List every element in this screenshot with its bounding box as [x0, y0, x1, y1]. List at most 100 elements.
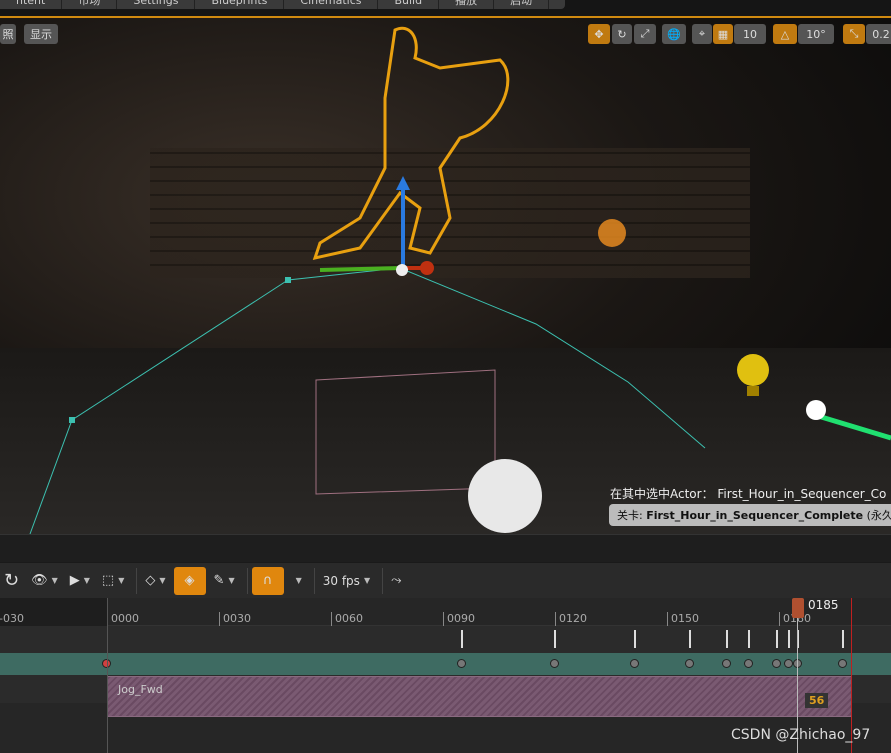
fps-label: 30 fps — [322, 573, 360, 588]
keyframe[interactable] — [772, 659, 781, 668]
section-name: Jog_Fwd — [118, 683, 163, 696]
show-button[interactable]: 显示 — [24, 24, 58, 44]
ruler-tick — [667, 612, 668, 626]
key-marker — [554, 630, 556, 648]
loop-icon[interactable]: ↻ — [0, 567, 23, 595]
surface-snap-icon[interactable]: ⌖ — [692, 24, 712, 44]
timeline-ruler[interactable]: -0300000003000600090012001500180 — [0, 598, 891, 626]
menu-item[interactable]: ntent — [0, 0, 63, 9]
ruler-label: 0120 — [559, 612, 587, 625]
ruler-tick — [443, 612, 444, 626]
trigger-box — [315, 369, 496, 495]
keyframe[interactable] — [550, 659, 559, 668]
watermark: CSDN @Zhichao_97 — [731, 727, 871, 743]
key-marker — [842, 630, 844, 648]
playhead-handle[interactable] — [792, 598, 804, 618]
section-badge: 56 — [805, 693, 829, 708]
scene-overlay — [29, 26, 891, 534]
menu-item[interactable]: 启动 — [494, 0, 550, 9]
ruler-tick — [779, 612, 780, 626]
gizmo-y-axis — [319, 266, 404, 272]
point-light-icon — [737, 354, 769, 386]
separator — [313, 567, 315, 594]
separator — [382, 567, 384, 594]
key-marker — [634, 630, 636, 648]
menu-bar: ntent 市场 Settings Blueprints Cinematics Build… — [0, 0, 891, 16]
ruler-tick — [331, 612, 332, 626]
key-marker — [461, 630, 463, 648]
key-button[interactable]: ◇ ▼ — [141, 567, 169, 595]
keyframe[interactable] — [685, 659, 694, 668]
keyframe[interactable] — [838, 659, 847, 668]
level-viewport[interactable]: 照 显示 ✥ ↻ ⤢ 🌐 ⌖ ▦ 10 △ 10° ⤡ 0.2 在其中选中Act… — [0, 18, 891, 534]
view-options-button[interactable]: 👁 ▼ — [27, 567, 62, 595]
level-suffix: (永久性) — [866, 509, 891, 522]
panel-divider — [0, 534, 891, 562]
pencil-icon: ✎ — [213, 573, 225, 588]
ruler-tick — [219, 612, 220, 626]
keyframe[interactable] — [630, 659, 639, 668]
keyframe[interactable] — [784, 659, 793, 668]
ruler-label: 0060 — [335, 612, 363, 625]
ruler-label: 0090 — [447, 612, 475, 625]
animation-section[interactable]: Jog_Fwd — [107, 676, 852, 717]
key-marker — [776, 630, 778, 648]
ruler-label: 0150 — [671, 612, 699, 625]
lit-button[interactable]: 照 — [0, 24, 16, 44]
rotation-snap-value[interactable]: 10° — [798, 24, 834, 44]
rotate-tool-icon[interactable]: ↻ — [612, 24, 632, 44]
magnet-icon: ∩ — [262, 573, 273, 588]
snap-options-button[interactable]: ▼ — [288, 567, 306, 595]
scale-snap-icon[interactable]: ⤡ — [843, 24, 865, 44]
directional-light-arrow — [817, 413, 891, 441]
current-frame: 0185 — [808, 598, 839, 612]
playback-button[interactable]: ▶ ▼ — [66, 567, 94, 595]
selected-actor-label: 在其中选中Actor： — [610, 487, 714, 501]
keyframe[interactable] — [744, 659, 753, 668]
rotation-snap-icon[interactable]: △ — [773, 24, 797, 44]
selected-actor-name: First_Hour_in_Sequencer_Co — [717, 487, 887, 501]
menu-item[interactable]: Settings — [117, 0, 196, 9]
translate-tool-icon[interactable]: ✥ — [588, 24, 610, 44]
track-row[interactable] — [0, 626, 891, 653]
selected-actor-info: 在其中选中Actor： First_Hour_in_Sequencer_Co — [610, 485, 886, 502]
selection-button[interactable]: ⬚ ▼ — [98, 567, 128, 595]
keyframe[interactable] — [722, 659, 731, 668]
menu-item[interactable]: 播放 — [439, 0, 495, 9]
start-marker — [107, 598, 108, 753]
marquee-icon: ⬚ — [101, 573, 115, 588]
play-icon: ▶ — [69, 573, 80, 588]
scale-snap-value[interactable]: 0.2 — [866, 24, 891, 44]
separator — [136, 567, 138, 594]
menu-item[interactable]: Blueprints — [195, 0, 285, 9]
grid-snap-icon[interactable]: ▦ — [713, 24, 733, 44]
grid-snap-value[interactable]: 10 — [734, 24, 766, 44]
transform-track-row[interactable] — [0, 653, 891, 675]
separator — [246, 567, 248, 594]
ruler-label: 0030 — [223, 612, 251, 625]
selected-character-outline — [312, 26, 510, 261]
sphere-reflection-capture — [468, 459, 542, 533]
menu-item[interactable]: 市场 — [62, 0, 118, 9]
key-tag-icon: ◈ — [184, 573, 195, 588]
key-marker — [748, 630, 750, 648]
torch-flame — [598, 219, 626, 247]
menu-item[interactable]: Cinematics — [284, 0, 379, 9]
ruler-label: 0000 — [111, 612, 139, 625]
menu-item[interactable]: Build — [378, 0, 440, 9]
level-name: First_Hour_in_Sequencer_Complete — [646, 509, 864, 522]
camera-path-spline — [29, 267, 706, 534]
edit-button[interactable]: ✎ ▼ — [210, 567, 239, 595]
curve-editor-icon[interactable]: ⤳ — [387, 567, 405, 595]
level-label: 关卡: — [617, 509, 643, 522]
world-space-icon[interactable]: 🌐 — [662, 24, 686, 44]
level-info: 关卡: First_Hour_in_Sequencer_Complete (永久… — [609, 504, 891, 526]
sequencer-toolbar: ↻ 👁 ▼ ▶ ▼ ⬚ ▼ ◇ ▼ ◈ ✎ ▼ ∩ ▼ 30 fps ▼ ⤳ — [0, 563, 891, 598]
auto-key-button[interactable]: ◈ — [173, 566, 206, 595]
keyframe[interactable] — [457, 659, 466, 668]
snap-button[interactable]: ∩ — [251, 566, 284, 595]
fps-dropdown[interactable]: 30 fps ▼ — [319, 567, 374, 595]
key-marker — [726, 630, 728, 648]
directional-light-icon — [806, 400, 826, 420]
scale-tool-icon[interactable]: ⤢ — [634, 24, 656, 44]
